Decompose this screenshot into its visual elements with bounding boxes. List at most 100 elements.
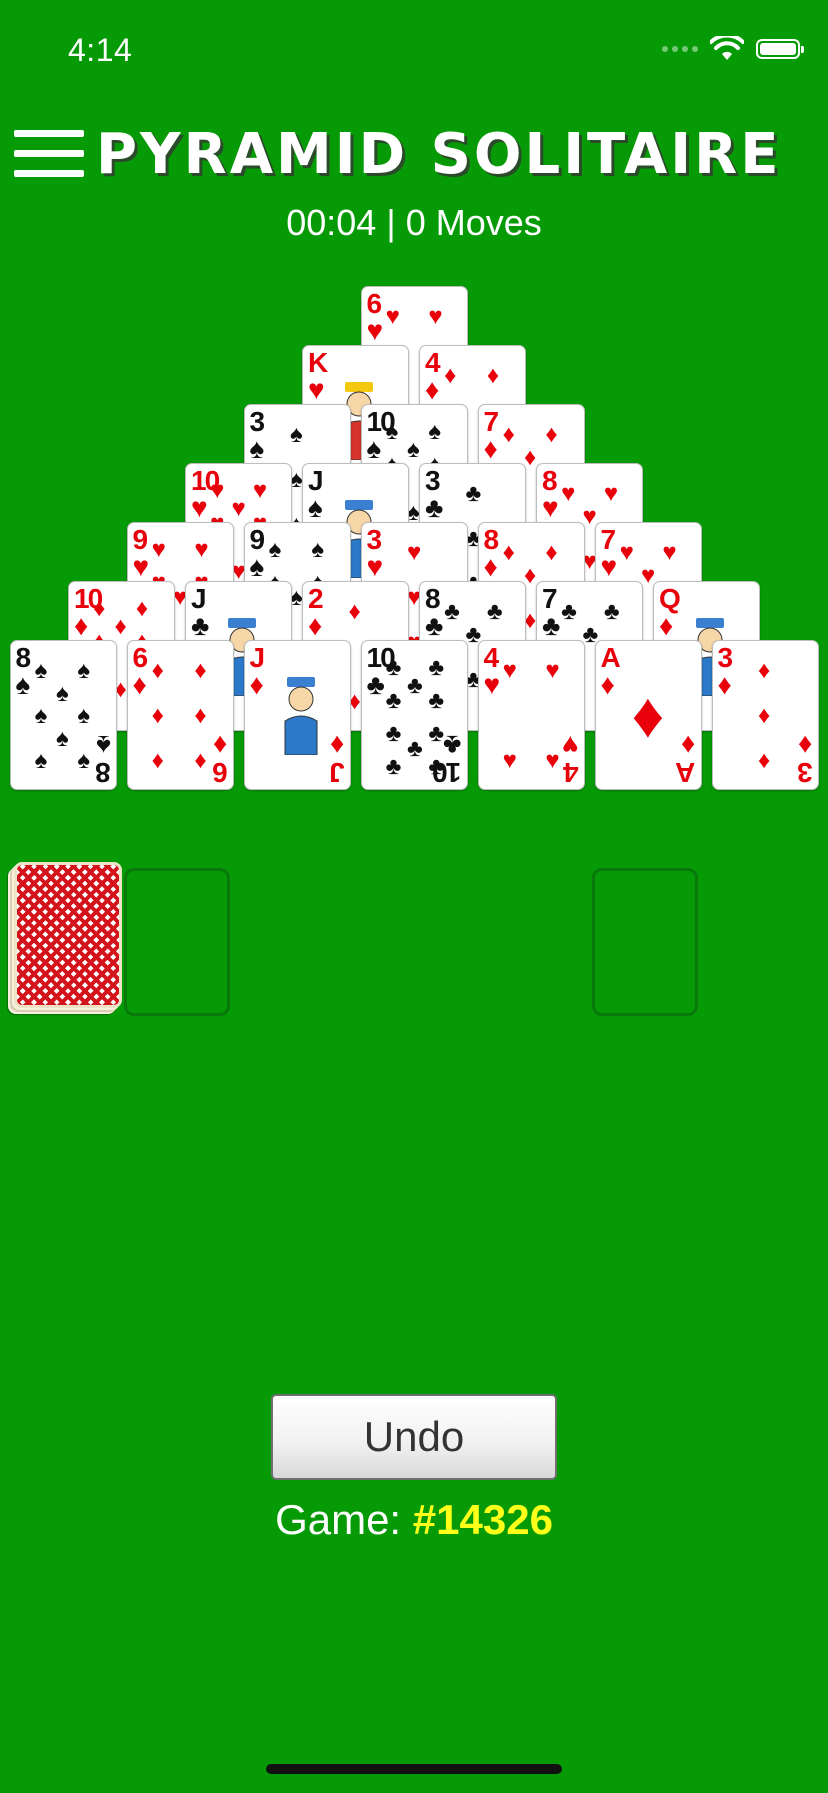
pyramid: 6♥♥♥♥♥♥♥6♥K♥K♥4♦♦♦♦♦4♦3♠♠♠♠3♠10♠♠♠♠♠♠♠♠♠… bbox=[0, 0, 828, 800]
card-suit-icon: ♥ bbox=[366, 551, 384, 582]
card-pip-icon: ♠ bbox=[77, 702, 91, 729]
card-suit-icon: ♦ bbox=[74, 610, 89, 641]
card-pip-icon: ♥ bbox=[428, 303, 443, 330]
card-pip-icon: ♥ bbox=[545, 657, 560, 684]
card-suit-icon: ♦ bbox=[600, 669, 615, 700]
pyramid-card[interactable]: 3 ♦ ♦ ♦ ♦ 3 ♦ bbox=[711, 640, 819, 790]
card-pip-icon: ♦ bbox=[444, 362, 457, 389]
pyramid-card[interactable]: 4 ♥ ♥ ♥ ♥ ♥ 4 ♥ bbox=[477, 640, 585, 790]
card-pip-icon: ♥ bbox=[194, 536, 209, 563]
card-suit-bottom-icon: ♣ bbox=[443, 730, 462, 761]
pyramid-card[interactable]: 8 ♠ ♠ ♠ ♠ ♠ ♠ ♠ ♠ ♠ 8 ♠ bbox=[9, 640, 117, 790]
card-pip-icon: ♥ bbox=[561, 480, 576, 507]
card-pip-icon: ♥ bbox=[545, 747, 560, 774]
stock-pile[interactable] bbox=[14, 862, 122, 1008]
card-pip-icon: ♦ bbox=[631, 679, 665, 751]
card-pip-icon: ♦ bbox=[135, 595, 149, 622]
card-suit-icon: ♠ bbox=[15, 669, 31, 700]
card-suit-icon: ♥ bbox=[191, 492, 208, 523]
card-pip-icon: ♦ bbox=[194, 702, 207, 729]
card-pip-icon: ♥ bbox=[231, 495, 246, 522]
pyramid-card[interactable]: J ♦ J ♦ bbox=[243, 640, 351, 790]
card-pip-icon: ♦ bbox=[502, 539, 515, 566]
card-pip-icon: ♠ bbox=[77, 747, 91, 774]
card-rank-bottom: 8 bbox=[96, 757, 111, 788]
undo-button[interactable]: Undo bbox=[271, 1394, 557, 1480]
card-suit-icon: ♣ bbox=[191, 610, 210, 641]
card-pip-icon: ♣ bbox=[486, 598, 503, 625]
card-pip-icon: ♠ bbox=[385, 418, 399, 445]
card-suit-icon: ♦ bbox=[132, 669, 147, 700]
game-number: #14326 bbox=[412, 1496, 553, 1543]
card-suit-bottom-icon: ♠ bbox=[95, 730, 111, 761]
card-pip-icon: ♥ bbox=[502, 657, 517, 684]
card-suit-bottom-icon: ♦ bbox=[681, 730, 696, 761]
card-pip-icon: ♠ bbox=[428, 418, 442, 445]
card-pip-icon: ♣ bbox=[385, 753, 402, 780]
card-pip-icon: ♠ bbox=[34, 657, 48, 684]
card-suit-icon: ♦ bbox=[483, 551, 498, 582]
card-pip-icon: ♦ bbox=[151, 702, 164, 729]
card-pip-icon: ♦ bbox=[758, 747, 771, 774]
card-suit-icon: ♦ bbox=[249, 669, 264, 700]
card-suit-bottom-icon: ♥ bbox=[561, 730, 579, 761]
card-suit-icon: ♣ bbox=[425, 610, 444, 641]
card-rank-bottom: 6 bbox=[213, 757, 228, 788]
card-suit-icon: ♦ bbox=[659, 610, 674, 641]
card-rank-bottom: 3 bbox=[798, 757, 813, 788]
pyramid-card[interactable]: 6 ♦ ♦ ♦ ♦ ♦ ♦ ♦ 6 ♦ bbox=[126, 640, 234, 790]
face-card-figure bbox=[284, 677, 317, 755]
card-suit-icon: ♠ bbox=[249, 551, 265, 582]
card-pip-icon: ♦ bbox=[114, 613, 127, 640]
card-pip-icon: ♥ bbox=[603, 480, 619, 507]
foundation-slot[interactable] bbox=[592, 868, 698, 1016]
card-pip-icon: ♣ bbox=[428, 654, 445, 681]
card-suit-bottom-icon: ♦ bbox=[798, 730, 813, 761]
card-pip-icon: ♣ bbox=[444, 598, 460, 625]
card-pip-icon: ♠ bbox=[311, 536, 325, 563]
pyramid-card[interactable]: 10 ♣ ♣ ♣ ♣ ♣ ♣ ♣ ♣ ♣ ♣ ♣ 10 ♣ bbox=[360, 640, 468, 790]
card-pip-icon: ♣ bbox=[407, 672, 423, 699]
card-pip-icon: ♦ bbox=[545, 539, 558, 566]
card-pip-icon: ♠ bbox=[34, 702, 48, 729]
card-pip-icon: ♦ bbox=[502, 421, 515, 448]
card-pip-icon: ♠ bbox=[77, 657, 91, 684]
card-suit-icon: ♥ bbox=[600, 551, 618, 582]
card-pip-icon: ♥ bbox=[407, 539, 422, 566]
card-pip-icon: ♣ bbox=[428, 720, 445, 747]
card-suit-icon: ♦ bbox=[425, 374, 440, 405]
card-suit-icon: ♦ bbox=[483, 433, 498, 464]
card-pip-icon: ♣ bbox=[407, 735, 423, 762]
card-pip-icon: ♥ bbox=[151, 536, 166, 563]
card-suit-icon: ♠ bbox=[366, 433, 382, 464]
pyramid-card[interactable]: A ♦ ♦ A ♦ bbox=[594, 640, 702, 790]
card-pip-icon: ♦ bbox=[758, 657, 771, 684]
card-suit-icon: ♥ bbox=[132, 551, 150, 582]
home-indicator[interactable] bbox=[266, 1764, 562, 1774]
card-pip-icon: ♦ bbox=[194, 657, 207, 684]
card-pip-icon: ♦ bbox=[524, 443, 537, 471]
card-suit-icon: ♠ bbox=[308, 492, 323, 523]
card-pip-icon: ♦ bbox=[151, 657, 164, 684]
card-rank-bottom: J bbox=[330, 757, 345, 788]
card-pip-icon: ♠ bbox=[407, 436, 420, 463]
card-pip-icon: ♥ bbox=[210, 477, 225, 504]
waste-slot[interactable] bbox=[124, 868, 230, 1016]
card-suit-icon: ♥ bbox=[366, 315, 384, 346]
card-pip-icon: ♣ bbox=[603, 598, 620, 625]
card-suit-bottom-icon: ♦ bbox=[213, 730, 228, 761]
card-pip-icon: ♣ bbox=[428, 687, 445, 714]
card-pip-icon: ♥ bbox=[385, 303, 400, 330]
card-suit-icon: ♥ bbox=[308, 374, 325, 405]
card-rank-bottom: 10 bbox=[434, 757, 462, 788]
card-pip-icon: ♠ bbox=[56, 679, 69, 707]
card-pip-icon: ♥ bbox=[619, 539, 634, 566]
card-pip-icon: ♣ bbox=[561, 598, 577, 625]
card-pip-icon: ♦ bbox=[758, 702, 771, 729]
card-pip-icon: ♦ bbox=[524, 561, 537, 589]
card-suit-icon: ♦ bbox=[308, 610, 323, 641]
card-suit-icon: ♥ bbox=[483, 669, 501, 700]
card-pip-icon: ♣ bbox=[385, 687, 402, 714]
card-pip-icon: ♠ bbox=[290, 421, 303, 448]
card-pip-icon: ♠ bbox=[34, 747, 48, 774]
